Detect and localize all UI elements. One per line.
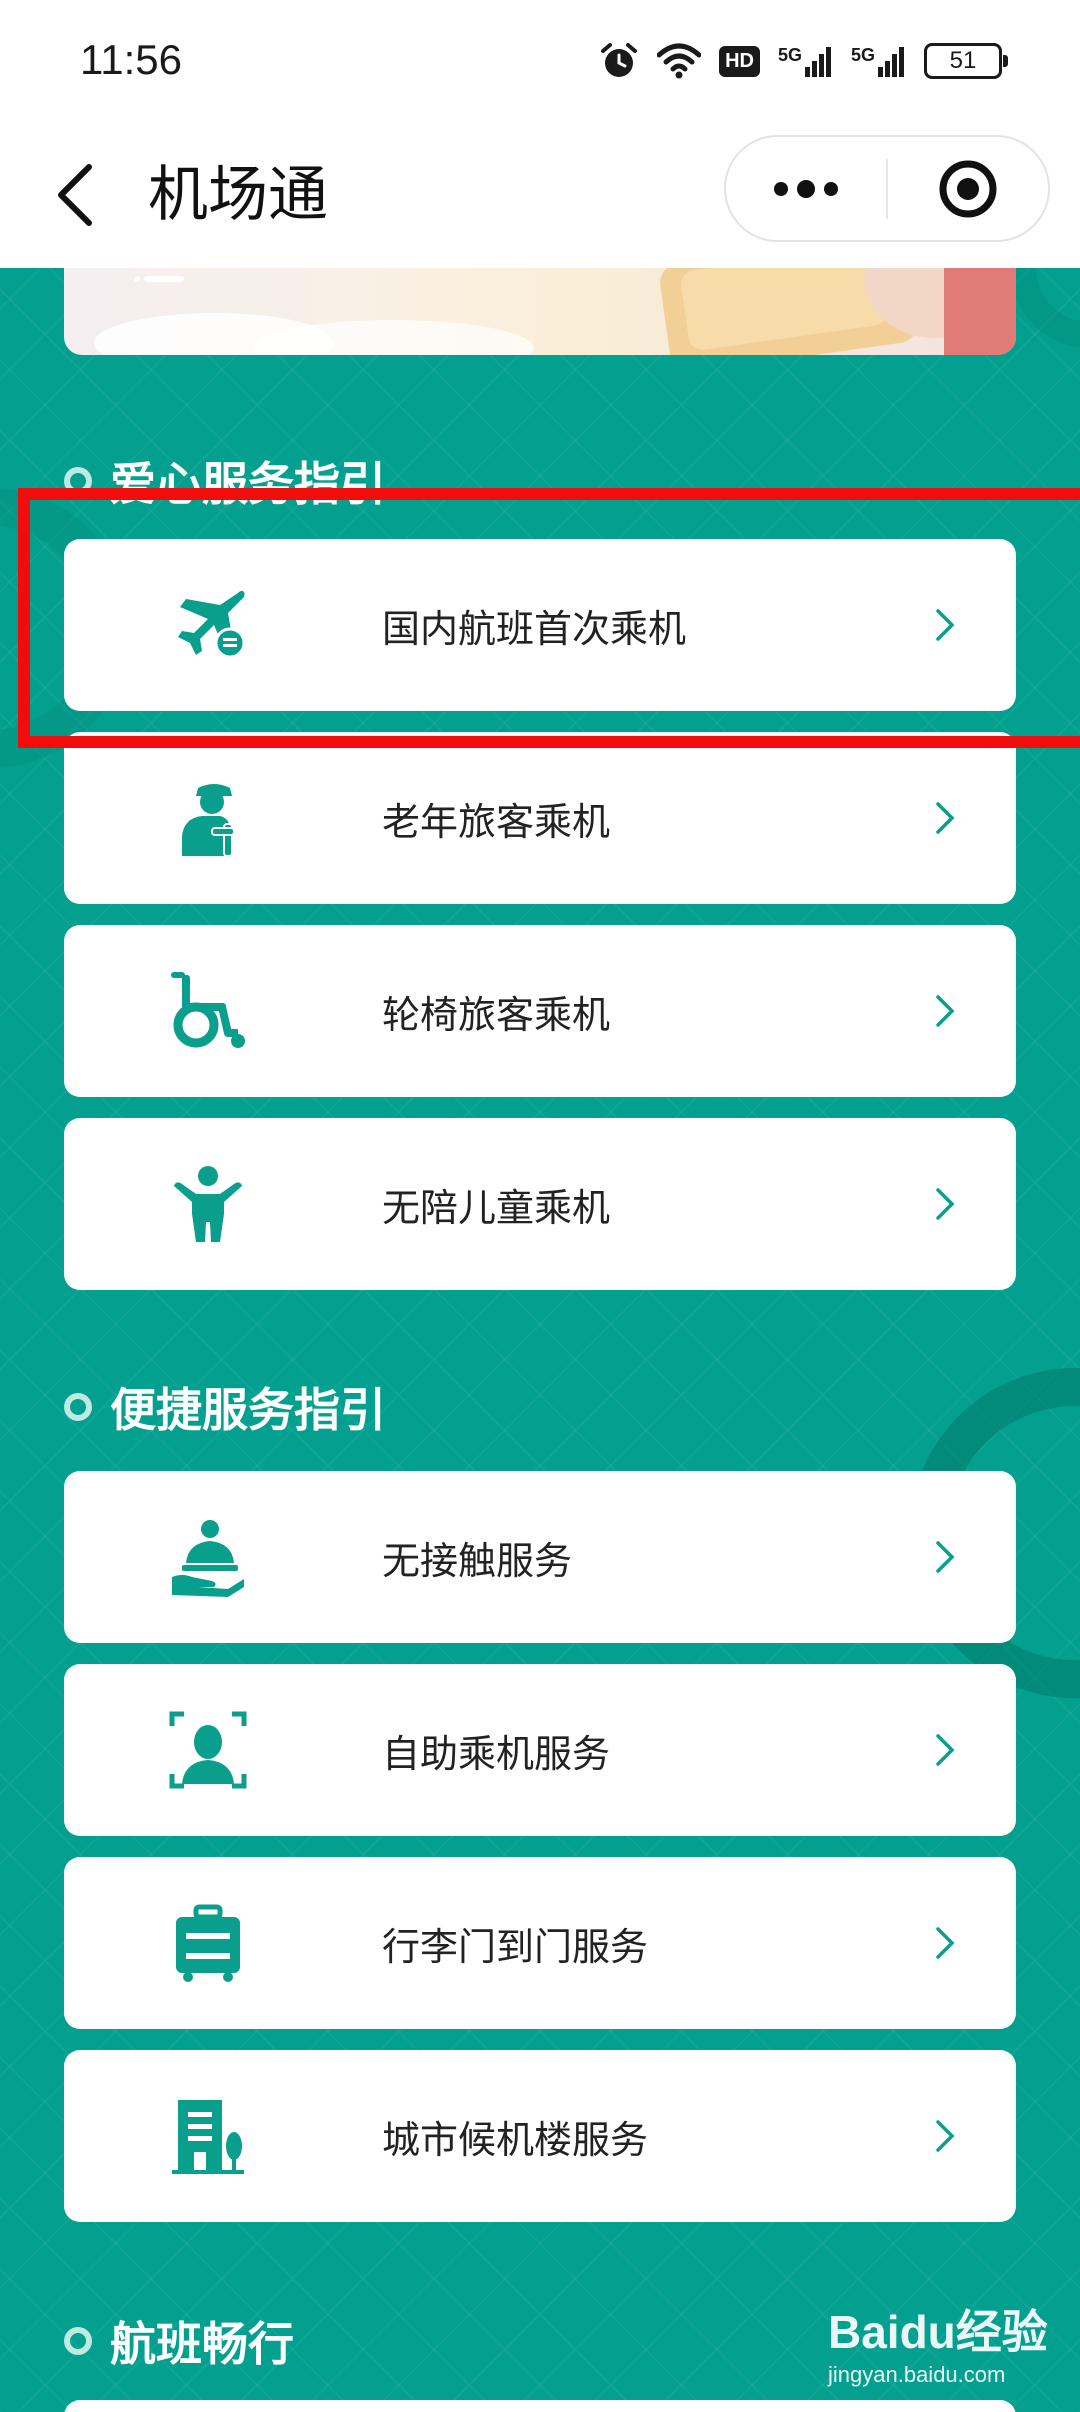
card-label: 老年旅客乘机 [382,799,611,844]
signal-bars-icon [804,47,831,77]
service-card-self-checkin[interactable]: 自助乘机服务 [64,1664,1016,1836]
card-label: 行李门到门服务 [382,1924,649,1969]
service-card-unaccompanied-child[interactable]: 无陪儿童乘机 [64,1118,1016,1290]
back-button[interactable] [40,155,110,235]
chevron-right-icon [936,1188,955,1220]
service-card-city-terminal[interactable]: 城市候机楼服务 [64,2050,1016,2222]
wheelchair-icon [171,972,245,1048]
watermark-logo: Baidu经验 [828,2306,1048,2358]
hd-icon: HD [719,45,760,77]
status-bar: 11:56 HD 5G 5G 51 [0,0,1080,125]
watermark-url: jingyan.baidu.com [828,2362,1006,2387]
signal-5g-1: 5G [778,45,833,77]
baidu-watermark: Baidu经验 jingyan.baidu.com [828,2296,1048,2388]
chevron-left-icon [58,164,92,226]
signal-bars-icon [878,47,904,77]
card-label: 自助乘机服务 [382,1731,611,1776]
chevron-right-icon [936,802,955,834]
luggage-icon [176,1904,240,1982]
section-title-flight: 航班畅行 [64,2308,294,2374]
promo-banner[interactable] [64,268,1016,355]
service-card-wheelchair[interactable]: 轮椅旅客乘机 [64,925,1016,1097]
status-icons: HD 5G 5G 51 [599,38,1008,84]
service-card-partial[interactable] [64,2400,1016,2412]
section-dot-icon [64,1393,92,1421]
red-highlight-box [18,488,1080,748]
card-label: 无接触服务 [382,1538,573,1583]
service-card-luggage[interactable]: 行李门到门服务 [64,1857,1016,2029]
chevron-right-icon [936,1734,955,1766]
wifi-icon [657,43,702,79]
service-card-contactless[interactable]: 无接触服务 [64,1471,1016,1643]
page-content[interactable]: 爱心服务指引 国内航班首次乘机 老年旅客乘机 轮椅旅客乘机 无陪儿童乘机 便捷服… [0,268,1080,2412]
section-dot-icon [64,2327,92,2355]
more-button[interactable] [726,137,886,240]
page-title: 机场通 [148,160,328,230]
service-card-elderly[interactable]: 老年旅客乘机 [64,732,1016,904]
elderly-icon [182,784,235,857]
navigation-bar: 机场通 [0,125,1080,268]
banner-illustration [94,268,1016,355]
section-title-convenience: 便捷服务指引 [64,1374,386,1440]
face-scan-icon [169,1711,247,1789]
chevron-right-icon [936,995,955,1027]
signal-5g-2: 5G [851,45,906,77]
card-label: 城市候机楼服务 [382,2117,649,2162]
chevron-right-icon [936,1927,955,1959]
mini-program-capsule [724,135,1050,242]
child-icon [174,1166,242,1242]
close-button[interactable] [888,137,1048,240]
target-close-icon [939,160,997,217]
chevron-right-icon [936,1541,955,1573]
card-label: 轮椅旅客乘机 [382,992,611,1037]
alarm-icon [601,43,638,77]
status-time: 11:56 [80,36,182,83]
service-hand-icon [172,1520,244,1597]
card-label: 无陪儿童乘机 [382,1185,611,1230]
more-dots-icon [774,179,838,198]
battery-indicator: 51 [924,43,1008,79]
chevron-right-icon [936,2120,955,2152]
building-icon [172,2100,244,2174]
